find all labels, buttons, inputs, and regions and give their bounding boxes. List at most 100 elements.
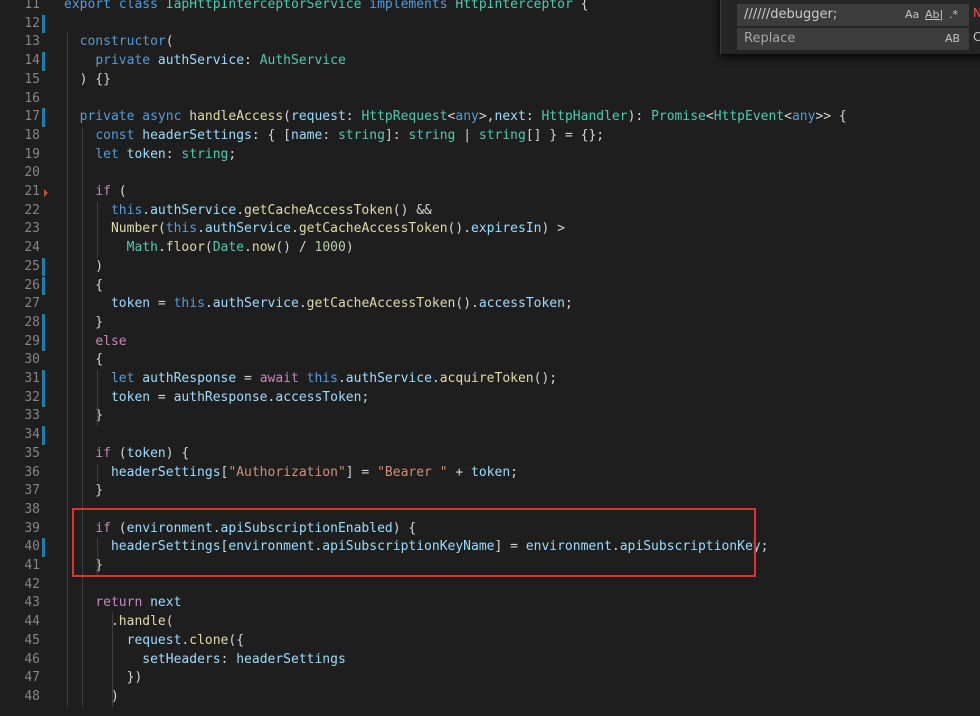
code-line[interactable]: 23 Number(this.authService.getCacheAcces… — [0, 220, 980, 239]
code-line[interactable]: 30 { — [0, 351, 980, 370]
replace-placeholder: Replace — [744, 31, 796, 46]
code-line[interactable]: 27 token = this.authService.getCacheAcce… — [0, 295, 980, 314]
code-text: }) — [64, 670, 143, 686]
code-line[interactable]: 43 return next — [0, 594, 980, 613]
line-number: 16 — [24, 90, 40, 106]
code-text: .handle( — [64, 614, 174, 630]
line-number: 45 — [24, 632, 40, 648]
replace-input[interactable]: Replace AB — [737, 28, 969, 50]
indent-guide — [97, 463, 98, 483]
code-line[interactable]: 16 — [0, 90, 980, 109]
change-marker[interactable] — [42, 370, 45, 389]
line-number: 36 — [24, 464, 40, 480]
change-marker[interactable] — [42, 108, 45, 127]
change-marker[interactable] — [42, 276, 45, 296]
code-text: private async handleAccess(request: Http… — [79, 109, 847, 125]
line-number: 23 — [24, 221, 40, 237]
code-line[interactable]: 20 — [0, 164, 980, 183]
code-line[interactable]: 24 Math.floor(Date.now() / 1000) — [0, 239, 980, 258]
line-number: 14 — [24, 53, 40, 69]
code-text: setHeaders: headerSettings — [142, 651, 346, 667]
code-line[interactable]: 22 this.authService.getCacheAccessToken(… — [0, 202, 980, 221]
code-line[interactable]: 31 let authResponse = await this.authSer… — [0, 370, 980, 389]
line-number: 21 — [24, 184, 40, 199]
preserve-case-toggle[interactable]: AB — [945, 28, 960, 50]
code-line[interactable]: 36 headerSettings["Authorization"] = "Be… — [0, 464, 980, 483]
change-marker[interactable] — [42, 14, 45, 34]
code-text: } — [64, 314, 104, 330]
code-line[interactable]: 44 .handle( — [0, 613, 980, 632]
code-text: } — [64, 483, 104, 499]
replace-action-icon[interactable]: C — [973, 30, 980, 44]
line-number: 46 — [24, 651, 40, 667]
line-number: 47 — [24, 670, 40, 686]
code-line[interactable]: 47 }) — [0, 669, 980, 688]
match-whole-word-toggle[interactable]: Ab| — [925, 4, 943, 26]
code-line[interactable]: 14 private authService: AuthService — [0, 52, 980, 71]
code-text: export class IapHttpInterceptorService i… — [64, 0, 589, 12]
line-number: 17 — [24, 109, 40, 125]
code-line[interactable]: 35 if (token) { — [0, 445, 980, 464]
code-line[interactable]: 26 { — [0, 276, 980, 296]
code-text: Math.floor(Date.now() / 1000) — [126, 240, 354, 256]
code-line[interactable]: 48 ) — [0, 688, 980, 707]
code-line[interactable]: 34 — [0, 426, 980, 445]
change-marker[interactable] — [42, 388, 45, 408]
change-marker[interactable] — [42, 52, 45, 71]
code-line[interactable]: 33 } — [0, 407, 980, 426]
code-editor[interactable]: 11 export class IapHttpInterceptorService… — [0, 0, 980, 716]
change-marker[interactable] — [42, 538, 45, 557]
find-replace-widget: //////debugger; Aa Ab| .* N Replace AB C — [720, 0, 980, 54]
code-line[interactable]: 42 — [0, 576, 980, 595]
deleted-line-marker-icon[interactable] — [44, 189, 48, 197]
indent-guide — [97, 201, 98, 258]
line-number: 11 — [24, 0, 40, 12]
code-line[interactable]: 21 if ( — [0, 183, 980, 202]
line-number: 48 — [24, 688, 40, 704]
line-number: 35 — [24, 445, 40, 461]
find-input[interactable]: //////debugger; Aa Ab| .* — [737, 4, 969, 26]
line-number: 37 — [24, 483, 40, 499]
change-marker[interactable] — [42, 332, 45, 352]
code-text: else — [95, 333, 127, 349]
no-results-label: N — [973, 6, 980, 20]
code-text: ) — [64, 688, 119, 704]
code-line[interactable]: 18 const headerSettings: { [name: string… — [0, 127, 980, 146]
code-line[interactable]: 25 ) — [0, 257, 980, 277]
line-number: 32 — [24, 389, 40, 405]
line-number: 28 — [24, 314, 40, 330]
code-text: const headerSettings: { [name: string]: … — [95, 127, 605, 143]
indent-guide — [112, 613, 113, 707]
code-line[interactable]: 32 token = authResponse.accessToken; — [0, 388, 980, 408]
code-text: token = authResponse.accessToken; — [110, 389, 370, 405]
change-marker[interactable] — [42, 313, 45, 333]
code-text: private authService: AuthService — [95, 53, 346, 69]
code-line[interactable]: 19 let token: string; — [0, 146, 980, 165]
code-text: Number(this.authService.getCacheAccessTo… — [110, 221, 565, 237]
code-text: { — [64, 277, 104, 293]
line-number: 33 — [24, 408, 40, 424]
code-line[interactable]: 17 private async handleAccess(request: H… — [0, 108, 980, 127]
line-number: 27 — [24, 296, 40, 312]
line-number: 26 — [24, 277, 40, 293]
code-line[interactable]: 37 } — [0, 482, 980, 501]
code-line[interactable]: 46 setHeaders: headerSettings — [0, 651, 980, 670]
code-line[interactable]: 29 else — [0, 332, 980, 352]
indent-guide — [97, 370, 98, 427]
code-text: this.authService.getCacheAccessToken() &… — [110, 202, 432, 218]
line-number: 42 — [24, 576, 40, 592]
code-text: if ( — [95, 184, 127, 199]
code-text: ) {} — [64, 71, 111, 87]
line-number: 43 — [24, 595, 40, 611]
line-number: 31 — [24, 371, 40, 386]
line-number: 12 — [24, 15, 40, 31]
change-marker[interactable] — [42, 426, 45, 445]
code-line[interactable]: 28 } — [0, 313, 980, 333]
change-marker[interactable] — [42, 257, 45, 277]
code-line[interactable]: 15 ) {} — [0, 71, 980, 90]
match-case-toggle[interactable]: Aa — [905, 4, 919, 26]
find-input-value: //////debugger; — [744, 7, 838, 22]
code-line[interactable]: 45 request.clone({ — [0, 632, 980, 651]
regex-toggle[interactable]: .* — [949, 4, 958, 26]
line-number: 15 — [24, 71, 40, 87]
